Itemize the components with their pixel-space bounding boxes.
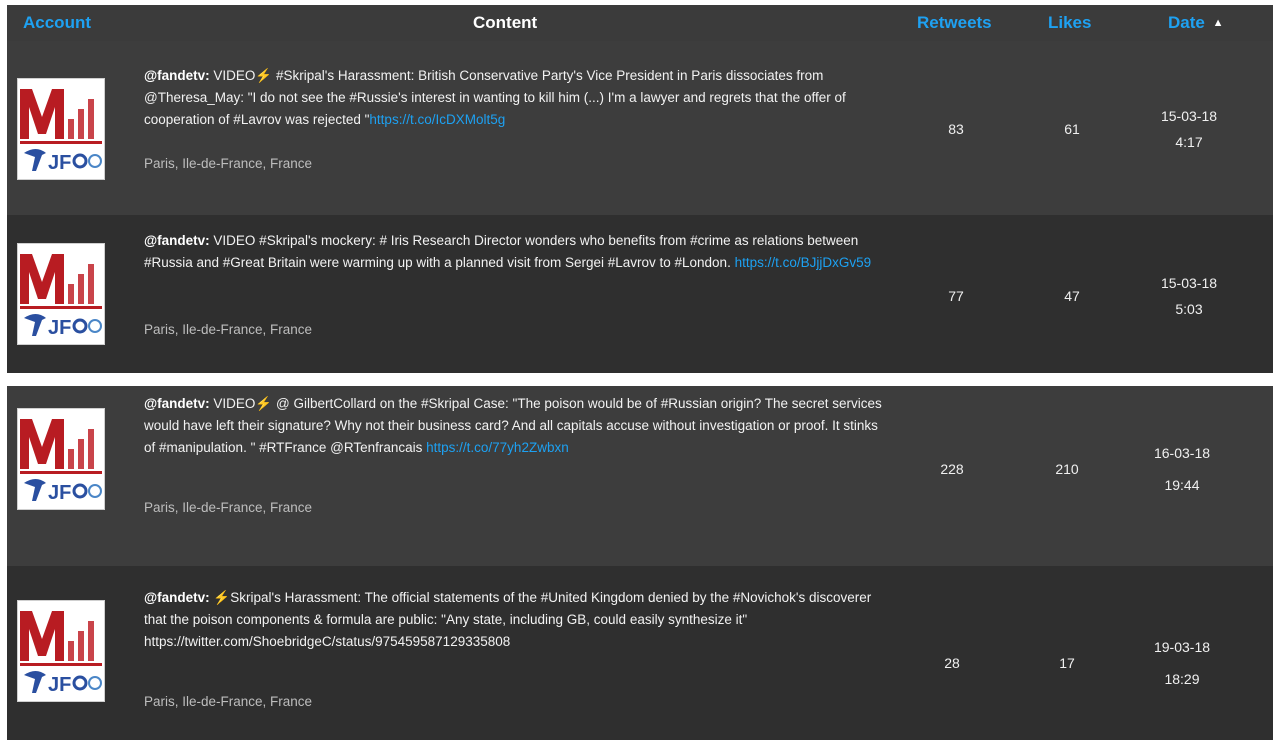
tweet-content: @fandetv: ⚡Skripal's Harassment: The off… [144,587,884,653]
tweet-link[interactable]: https://t.co/BJjjDxGv59 [735,255,872,270]
header-retweets[interactable]: Retweets [917,13,992,33]
tweet-date: 15-03-18 5:03 [1144,270,1234,322]
tweet-user[interactable]: @fandetv: [144,233,210,248]
tweet-date: 19-03-18 18:29 [1137,634,1227,692]
tweet-user[interactable]: @fandetv: [144,396,210,411]
sort-ascending-icon: ▲ [1212,17,1224,29]
tweet-date-time: 19:44 [1164,477,1200,493]
tweet-date-time: 5:03 [1175,301,1203,317]
tweet-date-day: 15-03-18 [1160,275,1218,291]
tweet-date-day: 19-03-18 [1153,639,1211,655]
tweet-user[interactable]: @fandetv: [144,590,210,605]
tweet-link[interactable]: https://t.co/IcDXMolt5g [369,112,505,127]
table-row: JF @fandetv: VIDEO⚡ #Skripal's Harassmen… [7,41,1273,215]
tweet-location: Paris, Ile-de-France, France [144,500,313,515]
table-row: JF @fandetv: ⚡Skripal's Harassment: The … [7,566,1273,740]
tweet-location: Paris, Ile-de-France, France [144,322,313,337]
tweet-date-time: 4:17 [1175,134,1203,150]
fandetv-logo-icon[interactable]: JF [17,600,105,702]
header-content[interactable]: Content [473,13,537,33]
tweet-location: Paris, Ile-de-France, France [144,156,313,171]
tweet-date-day: 16-03-18 [1153,445,1211,461]
svg-text:JF: JF [48,482,71,504]
header-likes[interactable]: Likes [1048,13,1091,33]
retweet-count: 83 [948,121,964,137]
svg-text:JF: JF [48,317,71,339]
like-count: 210 [1055,461,1079,477]
tweet-content: @fandetv: VIDEO #Skripal's mockery: # Ir… [144,230,884,274]
tweet-content: @fandetv: VIDEO⚡ @ GilbertCollard on the… [144,393,884,459]
tweet-date: 15-03-18 4:17 [1144,103,1234,155]
tweet-text: ⚡Skripal's Harassment: The official stat… [144,590,872,649]
tweet-link[interactable]: https://t.co/77yh2Zwbxn [426,440,569,455]
like-count: 61 [1064,121,1080,137]
like-count: 17 [1059,655,1075,671]
tweet-date: 16-03-18 19:44 [1137,440,1227,498]
tweet-content: @fandetv: VIDEO⚡ #Skripal's Harassment: … [144,65,884,131]
tweet-date-day: 15-03-18 [1160,108,1218,124]
fandetv-logo-icon[interactable]: JF [17,78,105,180]
retweet-count: 28 [944,655,960,671]
header-account[interactable]: Account [23,13,91,33]
tweet-location: Paris, Ile-de-France, France [144,694,313,709]
table-row: JF @fandetv: VIDEO⚡ @ GilbertCollard on … [7,386,1273,566]
fandetv-logo-icon[interactable]: JF [17,243,105,345]
tweet-table-panel-2: JF @fandetv: VIDEO⚡ @ GilbertCollard on … [7,386,1273,740]
header-date[interactable]: Date ▲ [1168,13,1223,33]
retweet-count: 77 [948,288,964,304]
retweet-count: 228 [940,461,964,477]
table-row: JF @fandetv: VIDEO #Skripal's mockery: #… [7,215,1273,373]
table-header: Account Content Retweets Likes Date ▲ [7,5,1273,41]
svg-text:JF: JF [48,152,71,174]
tweet-date-time: 18:29 [1164,671,1200,687]
svg-text:JF: JF [48,674,71,696]
fandetv-logo-icon[interactable]: JF [17,408,105,510]
tweet-table-panel-1: Account Content Retweets Likes Date ▲ JF [7,5,1273,373]
like-count: 47 [1064,288,1080,304]
tweet-user[interactable]: @fandetv: [144,68,210,83]
